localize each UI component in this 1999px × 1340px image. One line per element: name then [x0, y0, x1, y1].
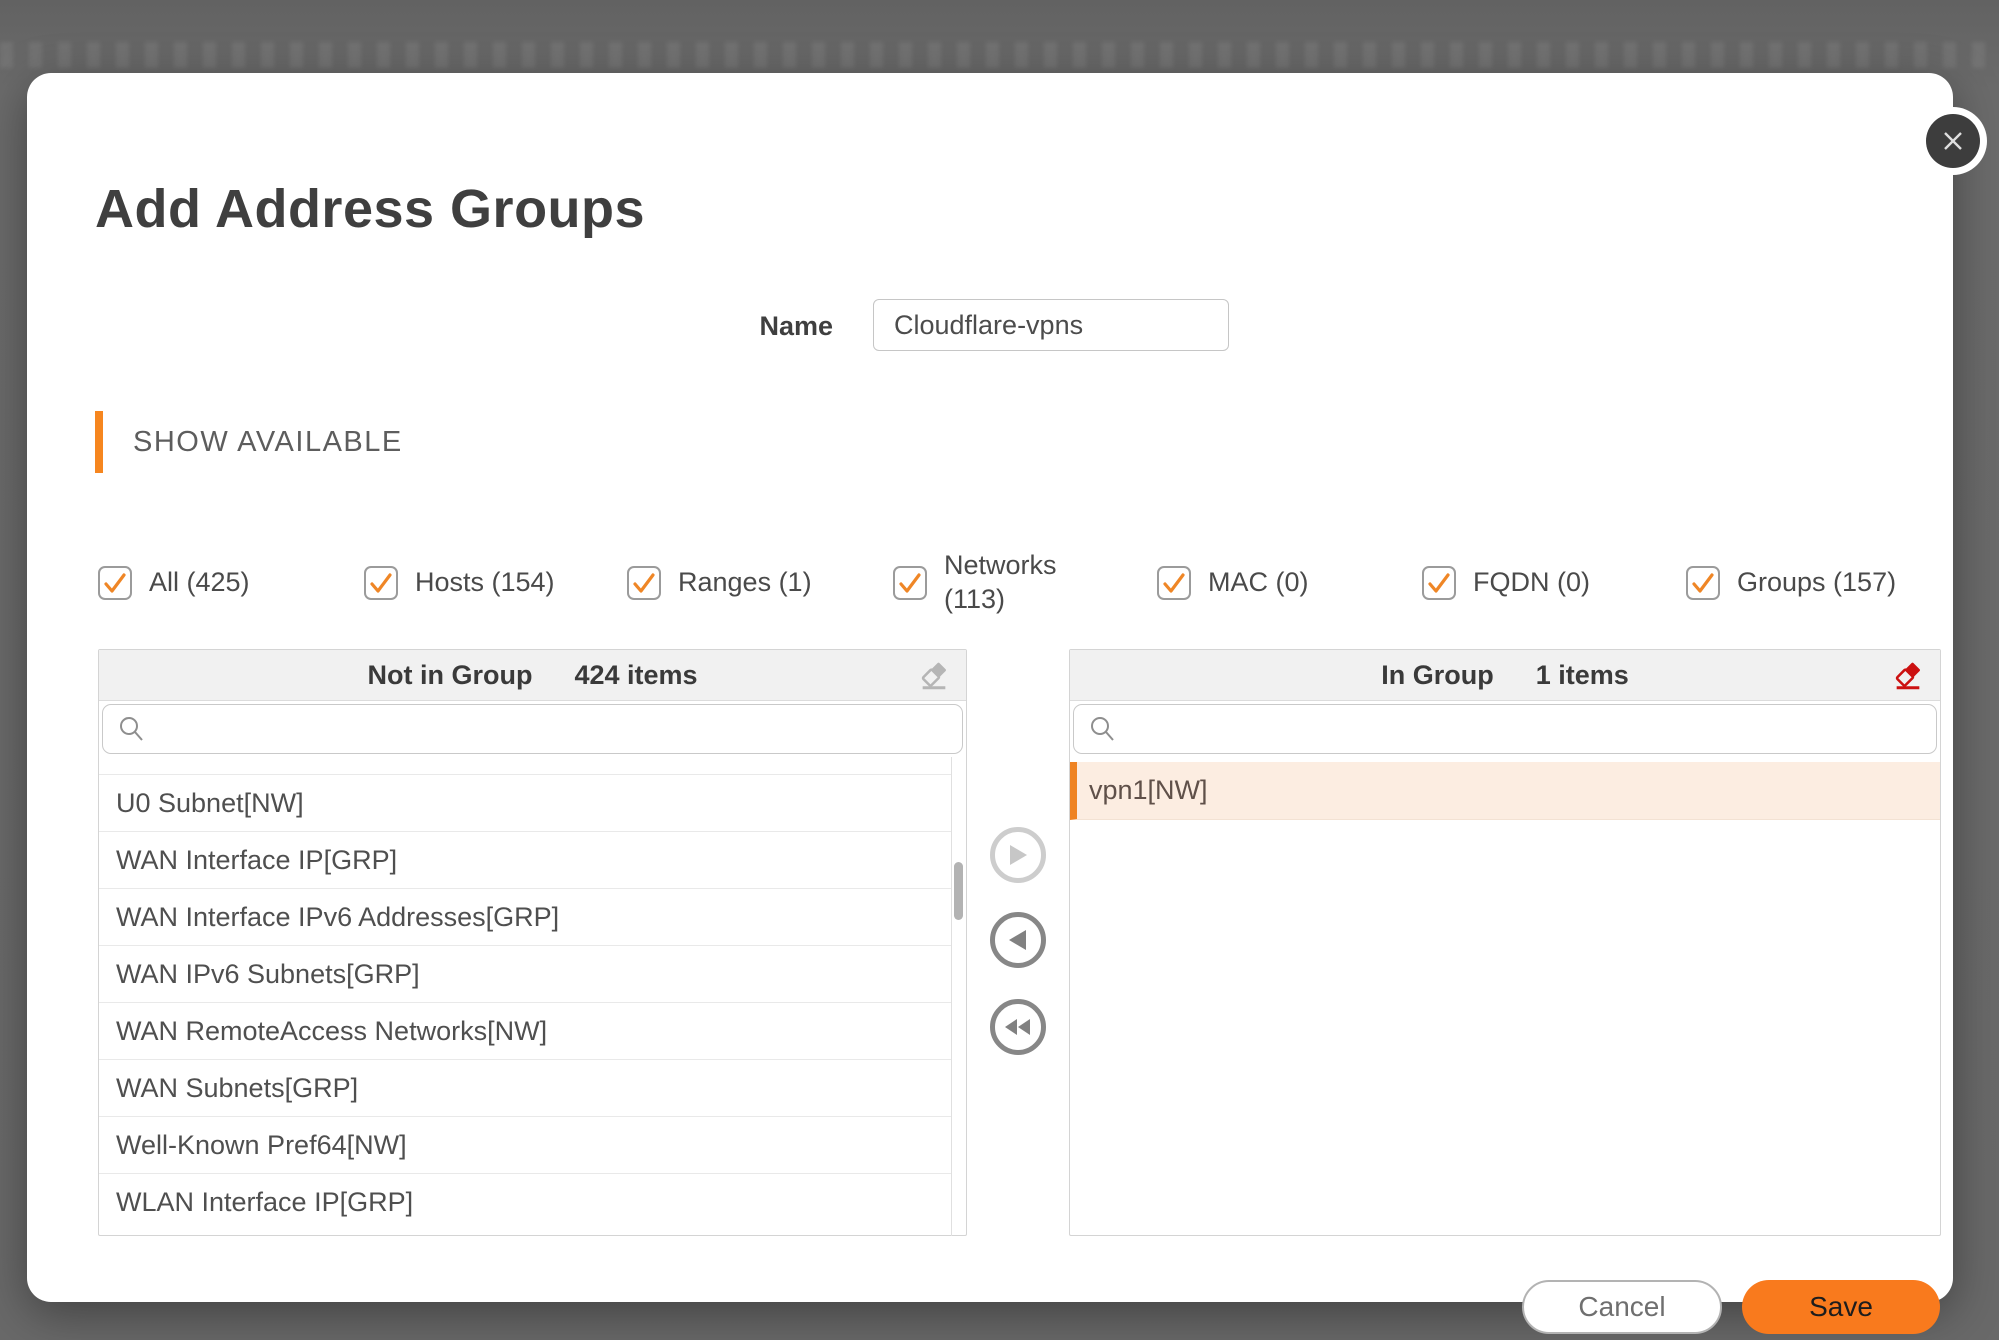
scrollbar-thumb[interactable]	[954, 862, 963, 920]
close-button[interactable]	[1926, 114, 1980, 168]
move-right-button[interactable]	[990, 827, 1046, 883]
in-group-panel: In Group 1 items vpn1[NW]	[1069, 649, 1941, 1236]
not-in-group-list: U0 Subnet[NW] WAN Interface IP[GRP] WAN …	[99, 757, 966, 1236]
double-arrow-left-icon	[1003, 1015, 1033, 1039]
filter-networks[interactable]: Networks (113)	[893, 533, 1074, 633]
filter-ranges[interactable]: Ranges (1)	[627, 533, 812, 633]
filter-groups[interactable]: Groups (157)	[1686, 533, 1896, 633]
check-icon	[897, 570, 923, 596]
filter-hosts-label: Hosts (154)	[415, 566, 555, 600]
checkbox-mac[interactable]	[1157, 566, 1191, 600]
accent-bar	[95, 411, 103, 473]
check-icon	[1161, 570, 1187, 596]
search-icon	[1088, 714, 1118, 744]
in-group-count: 1 items	[1536, 660, 1629, 691]
name-label: Name	[727, 311, 833, 342]
list-item[interactable]: WLAN Interface IP[GRP]	[99, 1174, 951, 1231]
dialog-title: Add Address Groups	[95, 178, 645, 240]
checkbox-groups[interactable]	[1686, 566, 1720, 600]
filter-all[interactable]: All (425)	[98, 533, 250, 633]
check-icon	[631, 570, 657, 596]
list-item[interactable]: WAN Interface IPv6 Addresses[GRP]	[99, 889, 951, 946]
in-group-header: In Group 1 items	[1070, 650, 1940, 701]
in-group-title: In Group	[1381, 660, 1493, 691]
list-item[interactable]: Well-Known Pref64[NW]	[99, 1117, 951, 1174]
check-icon	[368, 570, 394, 596]
add-address-groups-dialog: Add Address Groups Name SHOW AVAILABLE A…	[27, 73, 1953, 1302]
in-group-list: vpn1[NW]	[1070, 757, 1940, 1236]
checkbox-fqdn[interactable]	[1422, 566, 1456, 600]
check-icon	[102, 570, 128, 596]
arrow-left-icon	[1007, 928, 1029, 952]
checkbox-hosts[interactable]	[364, 566, 398, 600]
filter-mac-label: MAC (0)	[1208, 566, 1309, 600]
name-input[interactable]	[873, 299, 1229, 351]
not-in-group-panel: Not in Group 424 items U0 Subne	[98, 649, 967, 1236]
background-overlay-texture	[0, 42, 1999, 68]
list-item[interactable]: WAN RemoteAccess Networks[NW]	[99, 1003, 951, 1060]
filter-fqdn-label: FQDN (0)	[1473, 566, 1590, 600]
list-item[interactable]: WAN IPv6 Subnets[GRP]	[99, 946, 951, 1003]
check-icon	[1690, 570, 1716, 596]
scrollbar-track[interactable]	[951, 757, 952, 1236]
not-in-group-header: Not in Group 424 items	[99, 650, 966, 701]
eraser-icon	[1891, 658, 1925, 692]
move-left-button[interactable]	[990, 912, 1046, 968]
filter-hosts[interactable]: Hosts (154)	[364, 533, 555, 633]
list-item[interactable]: WAN Subnets[GRP]	[99, 1060, 951, 1117]
in-group-search-input[interactable]	[1118, 705, 1936, 753]
list-item[interactable]: U0 Subnet[NW]	[99, 775, 951, 832]
filter-mac[interactable]: MAC (0)	[1157, 533, 1309, 633]
checkbox-ranges[interactable]	[627, 566, 661, 600]
filter-networks-label: Networks (113)	[944, 549, 1074, 617]
checkbox-networks[interactable]	[893, 566, 927, 600]
cancel-button[interactable]: Cancel	[1522, 1280, 1722, 1334]
arrow-right-icon	[1007, 843, 1029, 867]
filter-fqdn[interactable]: FQDN (0)	[1422, 533, 1590, 633]
selected-list-item[interactable]: vpn1[NW]	[1070, 762, 1940, 820]
list-item[interactable]: WAN Interface IP[GRP]	[99, 832, 951, 889]
not-in-group-count: 424 items	[574, 660, 697, 691]
close-icon	[1938, 126, 1968, 156]
not-in-group-title: Not in Group	[367, 660, 532, 691]
show-available-label: SHOW AVAILABLE	[133, 426, 403, 459]
filter-groups-label: Groups (157)	[1737, 566, 1896, 600]
show-available-section-header: SHOW AVAILABLE	[95, 411, 403, 473]
not-in-group-search-input[interactable]	[147, 705, 962, 753]
move-all-left-button[interactable]	[990, 999, 1046, 1055]
clear-group-icon[interactable]	[1888, 655, 1928, 695]
clear-selection-icon[interactable]	[914, 655, 954, 695]
check-icon	[1426, 570, 1452, 596]
checkbox-all[interactable]	[98, 566, 132, 600]
in-group-search[interactable]	[1073, 704, 1937, 754]
search-icon	[117, 714, 147, 744]
not-in-group-search[interactable]	[102, 704, 963, 754]
filter-all-label: All (425)	[149, 566, 250, 600]
filter-ranges-label: Ranges (1)	[678, 566, 812, 600]
save-button[interactable]: Save	[1742, 1280, 1940, 1334]
partial-row	[99, 757, 951, 775]
eraser-icon	[917, 658, 951, 692]
